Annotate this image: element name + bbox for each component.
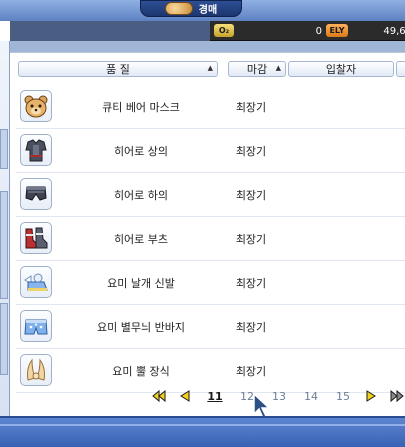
header-end-label: 마감 [246, 63, 268, 76]
table-header: 품 질 ▲ 마감 ▲ 입찰자 [18, 61, 405, 77]
item-name: 큐티 베어 마스크 [102, 101, 180, 114]
item-end-time: 최장기 [235, 277, 267, 290]
header-extra[interactable] [396, 61, 405, 77]
boots-icon [20, 222, 52, 254]
page-15[interactable]: 15 [332, 387, 354, 405]
item-end-time: 최장기 [235, 321, 267, 334]
page-11[interactable]: 11 [204, 387, 226, 405]
prev-page-icon[interactable] [178, 389, 192, 403]
table-row[interactable]: 히어로 상의 최장기 [16, 129, 405, 173]
armor-bottom-icon [20, 178, 52, 210]
nx-amount: 49,66 [383, 25, 405, 37]
sidebar-tab-b[interactable] [0, 191, 8, 299]
horn-ornament-icon [20, 354, 52, 386]
window-title-bar: 경매 [140, 0, 242, 17]
left-sidebar[interactable] [0, 41, 10, 417]
table-row[interactable]: 요미 별무늬 반바지 최장기 [16, 305, 405, 349]
item-end-time: 최장기 [235, 189, 267, 202]
sidebar-tab-c[interactable] [0, 303, 8, 375]
window-title: 경매 [198, 5, 218, 16]
title-strip: 경매 [0, 0, 405, 22]
star-shorts-icon [20, 310, 52, 342]
item-end-time: 최장기 [235, 145, 267, 158]
item-name: 히어로 하의 [113, 189, 169, 202]
armor-top-icon [20, 134, 52, 166]
header-bidder[interactable]: 입찰자 [288, 61, 394, 77]
auction-list-panel: 품 질 ▲ 마감 ▲ 입찰자 큐티 베어 마스크 최장기 히어로 상의 최장기 … [10, 52, 405, 416]
currency-bar-left [0, 21, 210, 41]
meso-icon: O₂ [214, 24, 234, 37]
item-name: 요미 별무늬 반바지 [97, 321, 185, 334]
last-page-icon[interactable] [390, 389, 404, 403]
next-page-icon[interactable] [364, 389, 378, 403]
auction-coin-icon [164, 2, 193, 15]
item-end-time: 최장기 [235, 101, 267, 114]
item-end-time: 최장기 [235, 233, 267, 246]
header-bid-label: 입찰자 [325, 63, 357, 76]
meso-amount: 0 [315, 25, 322, 37]
currency-bar: O₂ 0 ELY 49,66 [0, 21, 405, 41]
sort-up-icon: ▲ [275, 64, 281, 72]
header-item-label: 품 질 [106, 63, 130, 76]
sidebar-tab-a[interactable] [0, 129, 8, 169]
header-end-time[interactable]: 마감 ▲ [228, 61, 286, 77]
pagination: 11 12 13 14 15 [150, 387, 405, 405]
table-row[interactable]: 큐티 베어 마스크 최장기 [16, 85, 405, 129]
sort-up-icon: ▲ [207, 64, 213, 72]
left-tab-highlight [0, 21, 10, 41]
bottom-frame [0, 416, 405, 447]
bear-mask-icon [20, 90, 52, 122]
header-item-quality[interactable]: 품 질 ▲ [18, 61, 218, 77]
table-row[interactable]: 요미 날개 신발 최장기 [16, 261, 405, 305]
table-row[interactable]: 히어로 하의 최장기 [16, 173, 405, 217]
auction-rows: 큐티 베어 마스크 최장기 히어로 상의 최장기 히어로 하의 최장기 히어로 … [16, 85, 405, 393]
table-row[interactable]: 히어로 부츠 최장기 [16, 217, 405, 261]
item-name: 요미 날개 신발 [107, 277, 175, 290]
item-name: 히어로 부츠 [113, 233, 169, 246]
item-name: 히어로 상의 [113, 145, 169, 158]
page-14[interactable]: 14 [300, 387, 322, 405]
nx-icon: ELY [326, 24, 348, 37]
first-page-icon[interactable] [152, 389, 166, 403]
winged-shoes-icon [20, 266, 52, 298]
